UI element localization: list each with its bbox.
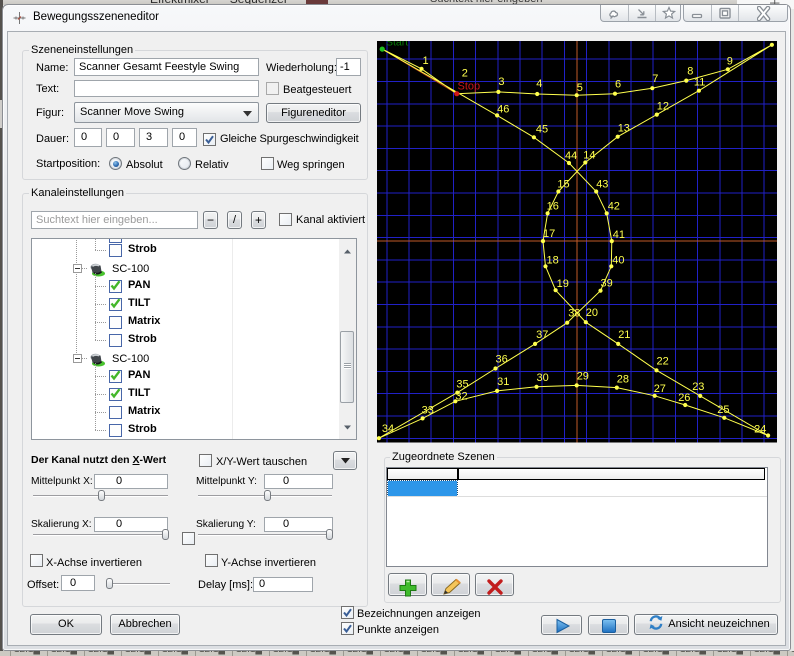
svg-text:44: 44 bbox=[565, 150, 577, 162]
svg-text:4: 4 bbox=[536, 78, 542, 90]
svg-text:18: 18 bbox=[547, 254, 559, 266]
svg-text:35: 35 bbox=[456, 379, 468, 391]
svg-text:26: 26 bbox=[678, 392, 690, 404]
svg-text:2: 2 bbox=[462, 68, 468, 80]
svg-text:41: 41 bbox=[613, 229, 625, 241]
svg-text:11: 11 bbox=[694, 77, 705, 89]
svg-text:33: 33 bbox=[422, 404, 434, 416]
svg-text:19: 19 bbox=[557, 278, 569, 290]
svg-text:43: 43 bbox=[596, 179, 608, 191]
svg-text:9: 9 bbox=[727, 55, 733, 67]
svg-text:12: 12 bbox=[657, 101, 669, 113]
svg-text:20: 20 bbox=[586, 307, 598, 319]
svg-text:28: 28 bbox=[617, 374, 629, 386]
svg-text:16: 16 bbox=[547, 200, 559, 212]
svg-text:17: 17 bbox=[543, 228, 555, 240]
svg-text:3: 3 bbox=[498, 76, 504, 88]
svg-text:6: 6 bbox=[615, 79, 621, 91]
svg-text:46: 46 bbox=[497, 103, 509, 115]
svg-text:1: 1 bbox=[423, 55, 429, 67]
svg-text:24: 24 bbox=[754, 424, 766, 436]
svg-text:38: 38 bbox=[568, 308, 580, 320]
svg-text:23: 23 bbox=[692, 381, 704, 393]
svg-text:45: 45 bbox=[536, 123, 548, 135]
svg-text:21: 21 bbox=[618, 329, 630, 341]
svg-text:22: 22 bbox=[657, 355, 669, 367]
svg-text:Start: Start bbox=[386, 41, 408, 49]
svg-text:36: 36 bbox=[496, 354, 508, 366]
svg-text:30: 30 bbox=[537, 372, 549, 384]
svg-text:29: 29 bbox=[577, 370, 589, 382]
svg-text:14: 14 bbox=[583, 150, 595, 162]
svg-text:39: 39 bbox=[601, 278, 613, 290]
svg-text:13: 13 bbox=[618, 123, 630, 135]
svg-text:8: 8 bbox=[687, 66, 693, 78]
svg-text:25: 25 bbox=[717, 404, 729, 416]
svg-text:42: 42 bbox=[608, 200, 620, 212]
svg-text:7: 7 bbox=[652, 73, 658, 85]
svg-text:5: 5 bbox=[577, 82, 583, 94]
svg-text:32: 32 bbox=[455, 390, 467, 402]
svg-text:15: 15 bbox=[557, 179, 569, 191]
svg-text:37: 37 bbox=[536, 329, 548, 341]
svg-text:34: 34 bbox=[382, 423, 394, 435]
svg-text:27: 27 bbox=[654, 383, 666, 395]
svg-text:Stop: Stop bbox=[458, 81, 481, 93]
svg-text:40: 40 bbox=[612, 254, 624, 266]
svg-text:31: 31 bbox=[497, 376, 509, 388]
